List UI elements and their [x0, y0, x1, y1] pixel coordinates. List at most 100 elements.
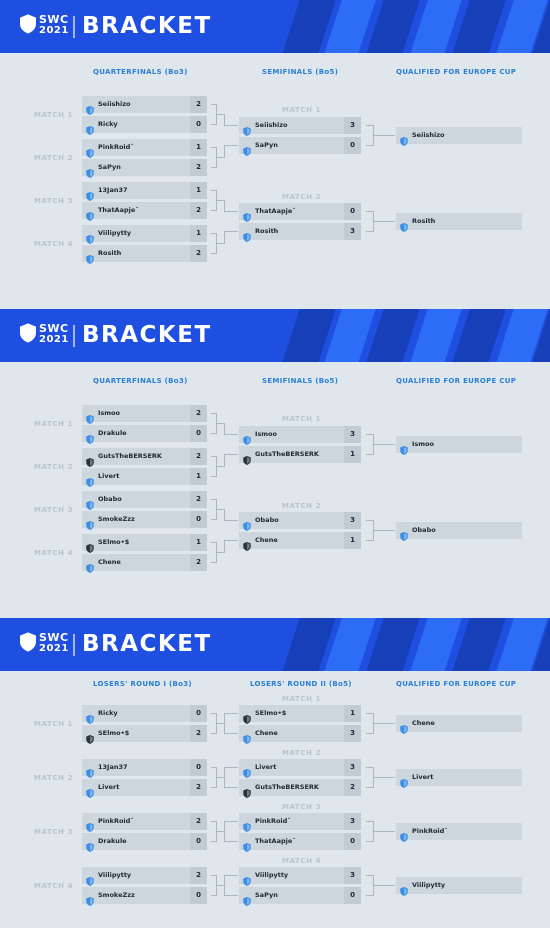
round2-match-label: MATCH 4: [282, 857, 322, 865]
bracket-connector: [224, 767, 225, 788]
bracket-connector: [216, 723, 224, 724]
player-cell: GutsTheBERSERK: [239, 779, 344, 798]
round1-player-row: Viilipytty 2: [82, 867, 207, 886]
player-name: Rosith: [98, 249, 122, 257]
shield-icon: [243, 121, 251, 136]
bracket-panel-1: SWC 2021 BRACKET QUARTERFINALS (Bo3) SEMIFIN…: [0, 0, 550, 310]
round2-player-row: Seiishizo 3: [239, 117, 361, 136]
bracket-connector: [373, 831, 381, 832]
player-cell: PinkRoid˝: [396, 823, 522, 842]
score-cell: 2: [190, 813, 207, 830]
player-name: ThatAapje˝: [98, 206, 139, 214]
score-cell: 2: [190, 491, 207, 508]
shield-icon: [86, 429, 94, 444]
score-cell: 1: [190, 468, 207, 485]
round1-match-label: MATCH 4: [34, 882, 74, 890]
bracket-connector: [366, 211, 373, 212]
player-cell: Viilipytty: [239, 867, 344, 886]
qualified-player-row: Ismoo: [396, 436, 522, 455]
player-name: Viilipytty: [412, 881, 446, 889]
round1-player-row: GutsTheBERSERK 2: [82, 448, 207, 467]
player-name: PinkRoid˝: [98, 143, 134, 151]
round1-player-row: Livert 2: [82, 779, 207, 798]
score-cell: 1: [190, 534, 207, 551]
player-name: GutsTheBERSERK: [255, 783, 319, 791]
bracket-connector: [381, 777, 395, 778]
shield-icon: [20, 631, 36, 653]
shield-icon: [86, 515, 94, 530]
bracket-connector: [224, 540, 225, 553]
round1-match-label: MATCH 3: [34, 197, 74, 205]
player-name: SElmo•$: [98, 729, 130, 737]
round2-player-row: SaPyn 0: [239, 137, 361, 156]
bracket-connector: [381, 135, 395, 136]
bracket-connector: [373, 135, 381, 136]
player-cell: Ismoo: [396, 436, 522, 455]
bracket-connector: [216, 466, 224, 467]
player-name: ThatAapje˝: [255, 207, 296, 215]
player-name: Chene: [98, 558, 121, 566]
player-name: Rosith: [412, 217, 436, 225]
player-cell: Rosith: [82, 245, 190, 264]
round1-player-row: SElmo•$ 1: [82, 534, 207, 553]
round1-player-row: 13Jan37 1: [82, 182, 207, 201]
bracket-connector: [381, 723, 395, 724]
bracket-connector: [366, 145, 373, 146]
bracket-connector: [224, 231, 225, 244]
shield-icon: [86, 558, 94, 573]
player-cell: Seiishizo: [82, 96, 190, 115]
player-name: SElmo•$: [255, 709, 287, 717]
bracket-connector: [381, 831, 395, 832]
round2-player-row: SElmo•$ 1: [239, 705, 361, 724]
bracket-connector: [366, 841, 373, 842]
score-cell: 2: [190, 159, 207, 176]
shield-icon: [243, 783, 251, 798]
bracket-connector: [224, 821, 225, 842]
bracket-connector: [366, 875, 373, 876]
shield-icon: [86, 783, 94, 798]
bracket-title: BRACKET: [82, 13, 212, 39]
bracket-connector: [216, 157, 224, 158]
shield-icon: [400, 131, 408, 146]
header-banner: SWC 2021 BRACKET: [0, 309, 550, 362]
score-cell: 2: [190, 448, 207, 465]
round2-player-row: GutsTheBERSERK 2: [239, 779, 361, 798]
shield-icon: [400, 773, 408, 788]
bracket-connector: [224, 895, 238, 896]
score-cell: 2: [344, 779, 361, 796]
score-cell: 3: [344, 867, 361, 884]
round1-match-label: MATCH 2: [34, 774, 74, 782]
player-cell: GutsTheBERSERK: [82, 448, 190, 467]
bracket-connector: [224, 211, 238, 212]
bracket-connector: [224, 821, 238, 822]
shield-icon: [243, 871, 251, 886]
shield-icon: [243, 227, 251, 242]
player-name: Seiishizo: [412, 131, 445, 139]
player-name: Chene: [412, 719, 435, 727]
bracket-connector: [366, 231, 373, 232]
score-cell: 0: [344, 137, 361, 154]
score-cell: 3: [344, 426, 361, 443]
shield-icon: [86, 163, 94, 178]
shield-icon: [86, 871, 94, 886]
player-name: Rosith: [255, 227, 279, 235]
shield-icon: [86, 229, 94, 244]
bracket-connector: [216, 777, 224, 778]
column-header-1: QUARTERFINALS (Bo3): [93, 377, 188, 385]
score-cell: 2: [190, 779, 207, 796]
player-name: Ricky: [98, 709, 118, 717]
score-cell: 1: [344, 705, 361, 722]
bracket-connector: [366, 125, 373, 126]
player-cell: SaPyn: [239, 887, 344, 906]
round1-player-row: SmokeZzz 0: [82, 511, 207, 530]
bracket-connector: [373, 777, 381, 778]
player-cell: Rosith: [396, 213, 522, 232]
player-name: Obabo: [412, 526, 436, 534]
qualified-player-row: PinkRoid˝: [396, 823, 522, 842]
round2-player-row: PinkRoid˝ 3: [239, 813, 361, 832]
player-name: SaPyn: [255, 141, 278, 149]
bracket-connector: [224, 767, 238, 768]
bracket-connector: [366, 713, 373, 714]
player-name: Viilipytty: [98, 871, 132, 879]
round1-player-row: PinkRoid˝ 2: [82, 813, 207, 832]
